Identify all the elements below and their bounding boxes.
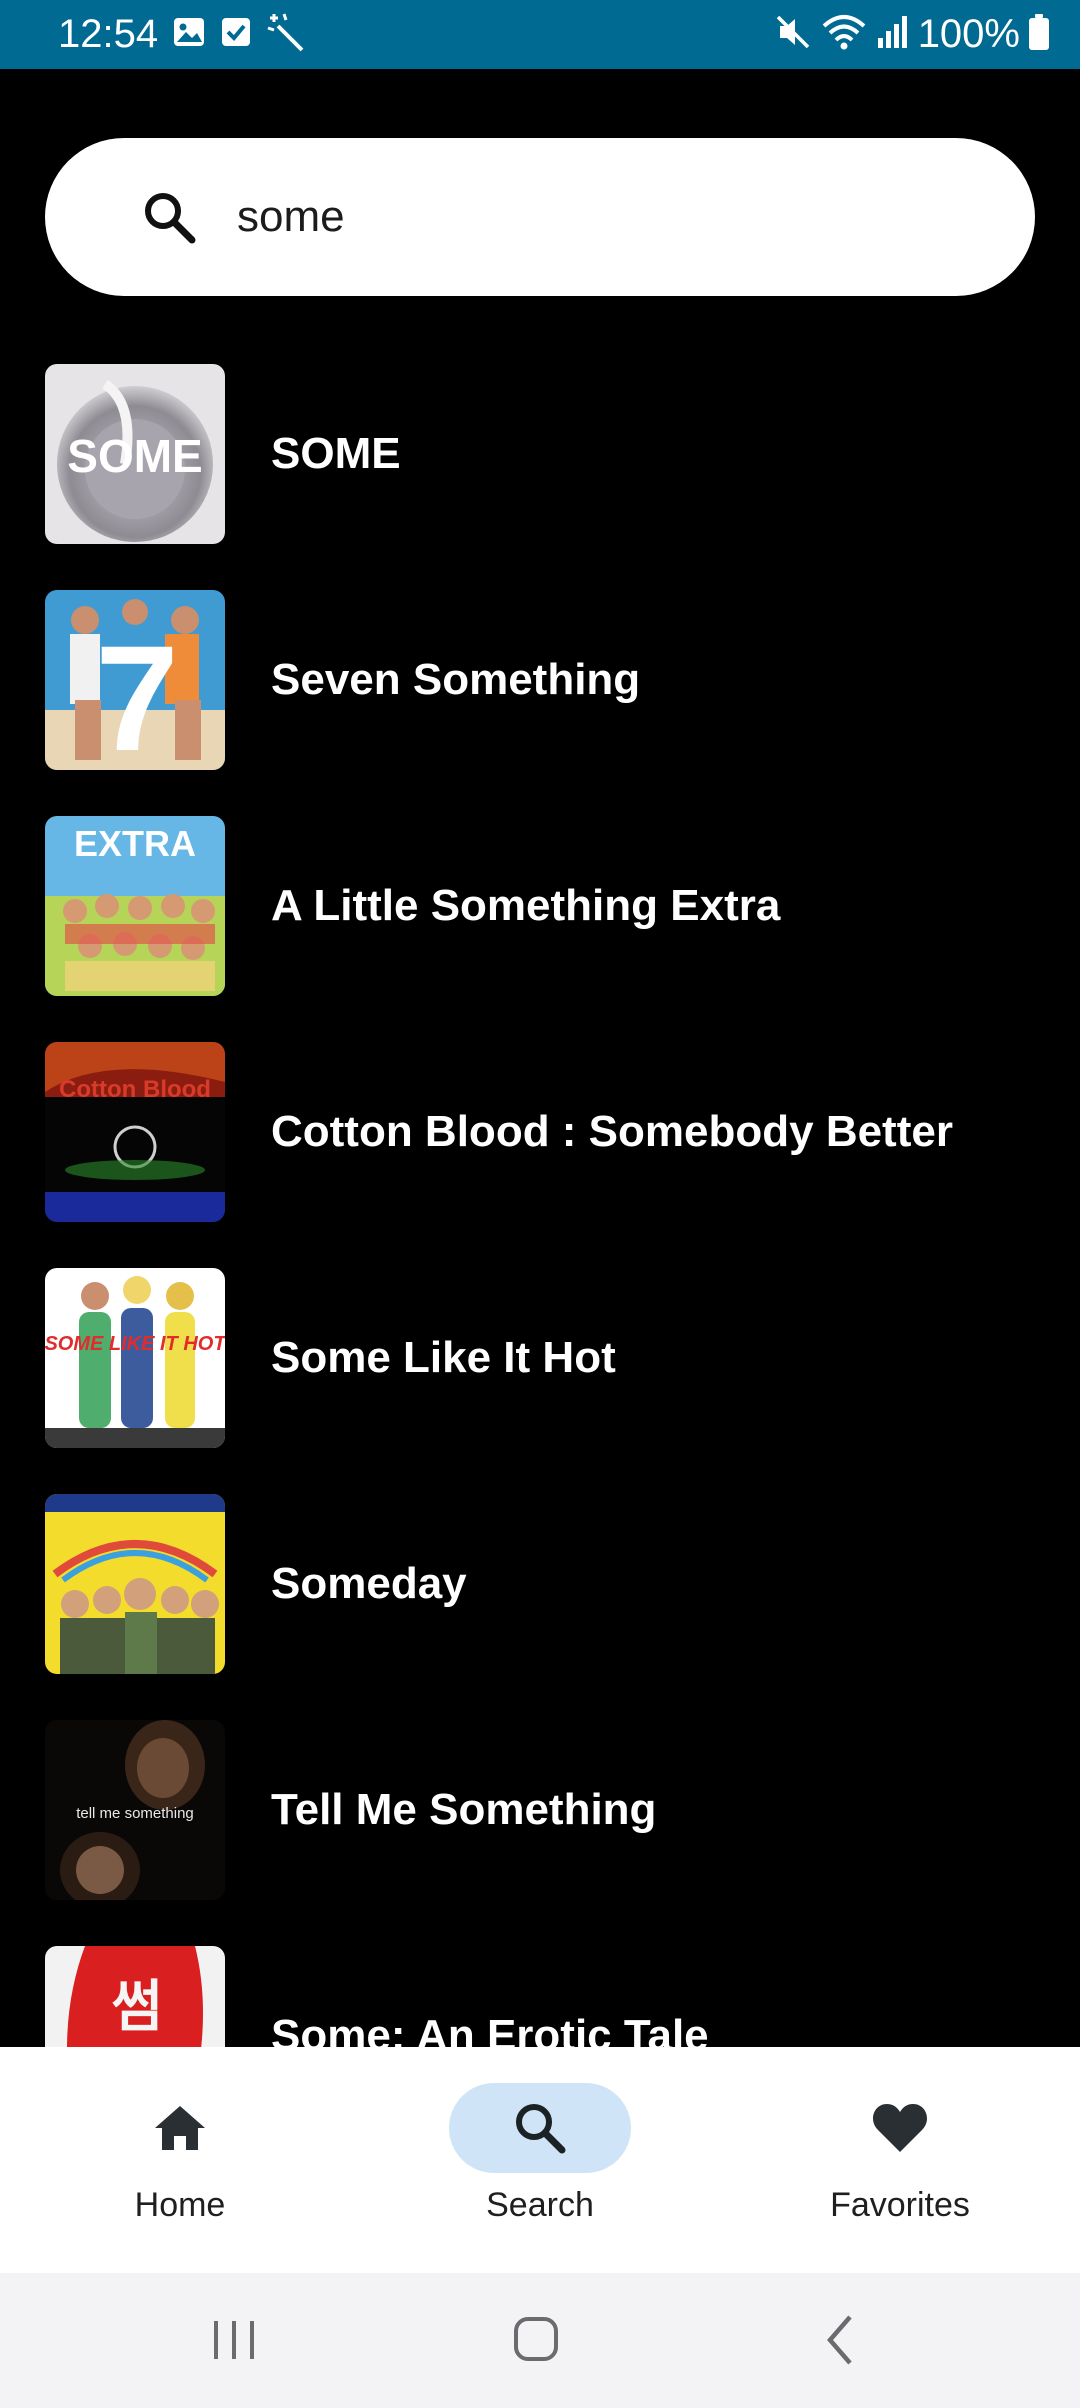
home-icon	[150, 2098, 210, 2158]
nav-search[interactable]: Search	[360, 2047, 720, 2273]
result-title: A Little Something Extra	[271, 881, 781, 930]
poster-thumbnail: EXTRA	[45, 816, 225, 996]
back-icon[interactable]	[800, 2305, 880, 2375]
list-item[interactable]: EXTRA A Little Something Extra	[45, 816, 1045, 996]
wifi-icon	[820, 12, 868, 57]
poster-text: Cotton Blood	[59, 1076, 211, 1103]
status-bar: 12:54 100%	[0, 0, 1080, 69]
poster-text: tell me something	[76, 1805, 194, 1822]
screen: 12:54 100% some SOME SOME 7 Seven Someth…	[0, 0, 1080, 2408]
nav-search-label: Search	[486, 2186, 594, 2224]
search-icon	[140, 188, 198, 246]
poster-text: SOME LIKE IT HOT	[45, 1333, 225, 1355]
poster-thumbnail: tell me something	[45, 1720, 225, 1900]
search-bar[interactable]	[45, 138, 1035, 296]
bottom-navigation: Home Search Favorites	[0, 2047, 1080, 2273]
poster-text: EXTRA	[74, 823, 196, 864]
nav-home[interactable]: Home	[0, 2047, 360, 2273]
search-input[interactable]	[191, 178, 971, 256]
poster-thumbnail: SOME LIKE IT HOT	[45, 1268, 225, 1448]
result-title: Cotton Blood : Somebody Better	[271, 1107, 953, 1156]
result-title: Some: An Erotic Tale	[271, 2011, 709, 2047]
list-item[interactable]: 썸 Some: An Erotic Tale	[45, 1946, 1045, 2047]
result-title: Tell Me Something	[271, 1785, 657, 1834]
search-icon	[510, 2098, 570, 2158]
status-left-icons	[172, 12, 306, 57]
result-title: Seven Something	[271, 655, 641, 704]
battery-icon	[1028, 13, 1050, 56]
poster-thumbnail	[45, 1494, 225, 1674]
list-item[interactable]: Someday	[45, 1494, 1045, 1674]
status-time: 12:54	[58, 12, 159, 56]
result-title: Someday	[271, 1559, 467, 1608]
recents-icon[interactable]	[194, 2305, 274, 2375]
results-list: SOME SOME 7 Seven Something EXTRA A Litt…	[0, 364, 1080, 2047]
list-item[interactable]: tell me something Tell Me Something	[45, 1720, 1045, 1900]
heart-icon	[870, 2098, 930, 2158]
poster-text: 썸	[111, 1975, 163, 2040]
magic-wand-icon	[266, 12, 306, 57]
mute-icon	[774, 13, 812, 56]
nav-favorites-label: Favorites	[830, 2186, 970, 2224]
checkbox-icon	[220, 16, 252, 53]
poster-text: 7	[95, 614, 178, 770]
poster-thumbnail: 썸	[45, 1946, 225, 2047]
status-right-icons: 100%	[774, 8, 1050, 60]
list-item[interactable]: SOME LIKE IT HOT Some Like It Hot	[45, 1268, 1045, 1448]
image-icon	[172, 15, 206, 54]
battery-percent: 100%	[917, 12, 1020, 56]
poster-thumbnail: Cotton Blood	[45, 1042, 225, 1222]
poster-thumbnail: 7	[45, 590, 225, 770]
list-item[interactable]: Cotton Blood Cotton Blood : Somebody Bet…	[45, 1042, 1045, 1222]
poster-thumbnail: SOME	[45, 364, 225, 544]
list-item[interactable]: 7 Seven Something	[45, 590, 1045, 770]
nav-home-label: Home	[134, 2186, 226, 2224]
poster-text: SOME	[67, 430, 202, 482]
nav-favorites[interactable]: Favorites	[720, 2047, 1080, 2273]
system-navigation-bar	[0, 2273, 1080, 2408]
result-title: SOME	[271, 429, 401, 478]
result-title: Some Like It Hot	[271, 1333, 616, 1382]
signal-icon	[876, 14, 910, 55]
home-circle-icon[interactable]	[496, 2305, 576, 2375]
list-item[interactable]: SOME SOME	[45, 364, 1045, 544]
